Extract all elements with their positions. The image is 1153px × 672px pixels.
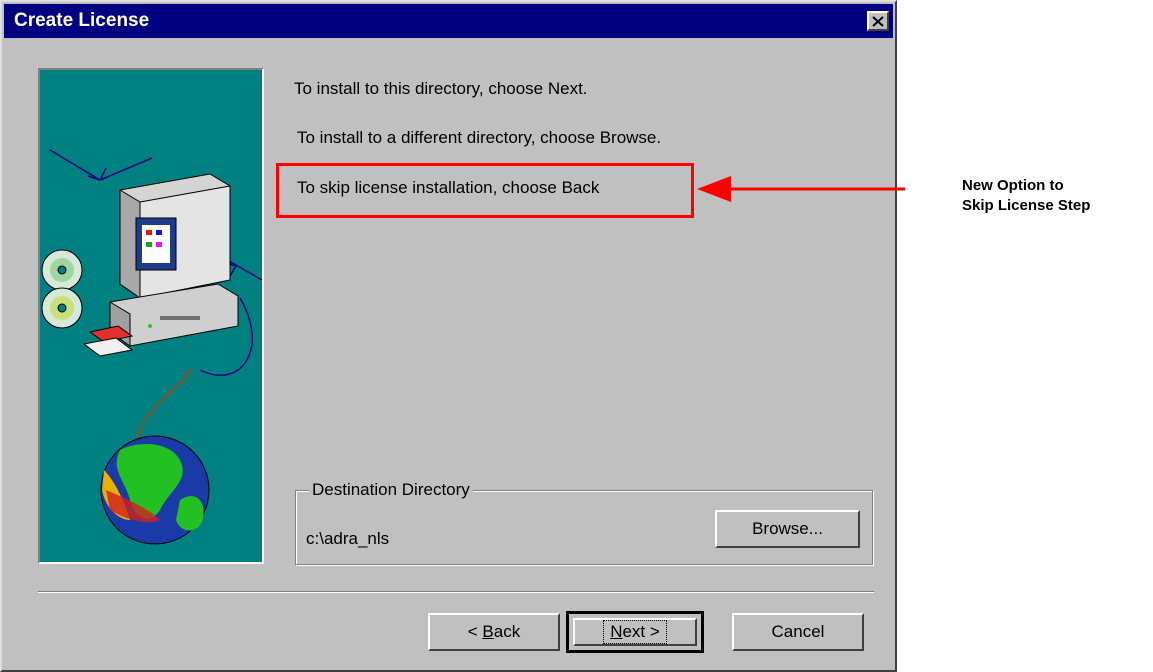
setup-illustration — [38, 68, 264, 564]
destination-path: c:\adra_nls — [306, 529, 390, 548]
instruction-browse: To install to a different directory, cho… — [297, 128, 662, 147]
close-button[interactable] — [867, 11, 889, 31]
separator — [38, 591, 874, 593]
annotation-line-1: New Option to — [962, 177, 1064, 194]
cd-icon — [41, 249, 83, 329]
back-button-label: < Back — [467, 622, 521, 641]
next-button-label: Next > — [603, 620, 667, 644]
highlight-box — [276, 163, 694, 218]
annotation-line-2: Skip License Step — [962, 197, 1091, 214]
computer-globe-illustration — [41, 149, 262, 545]
cancel-button[interactable]: Cancel — [732, 613, 864, 651]
browse-button[interactable]: Browse... — [715, 510, 860, 548]
next-button[interactable]: Next > — [566, 611, 704, 653]
close-icon — [872, 15, 884, 27]
annotation-arrow — [697, 176, 905, 202]
annotation-note: New Option to Skip License Step — [962, 176, 1090, 216]
back-button[interactable]: < Back — [428, 613, 560, 651]
instruction-next: To install to this directory, choose Nex… — [294, 79, 588, 98]
title-bar: Create License — [4, 4, 893, 38]
cancel-button-label: Cancel — [771, 622, 825, 641]
destination-group-label: Destination Directory — [309, 480, 473, 500]
dialog-title: Create License — [14, 10, 150, 31]
globe-icon — [100, 435, 210, 545]
browse-button-label: Browse... — [752, 519, 823, 538]
computer-icon — [109, 173, 239, 347]
